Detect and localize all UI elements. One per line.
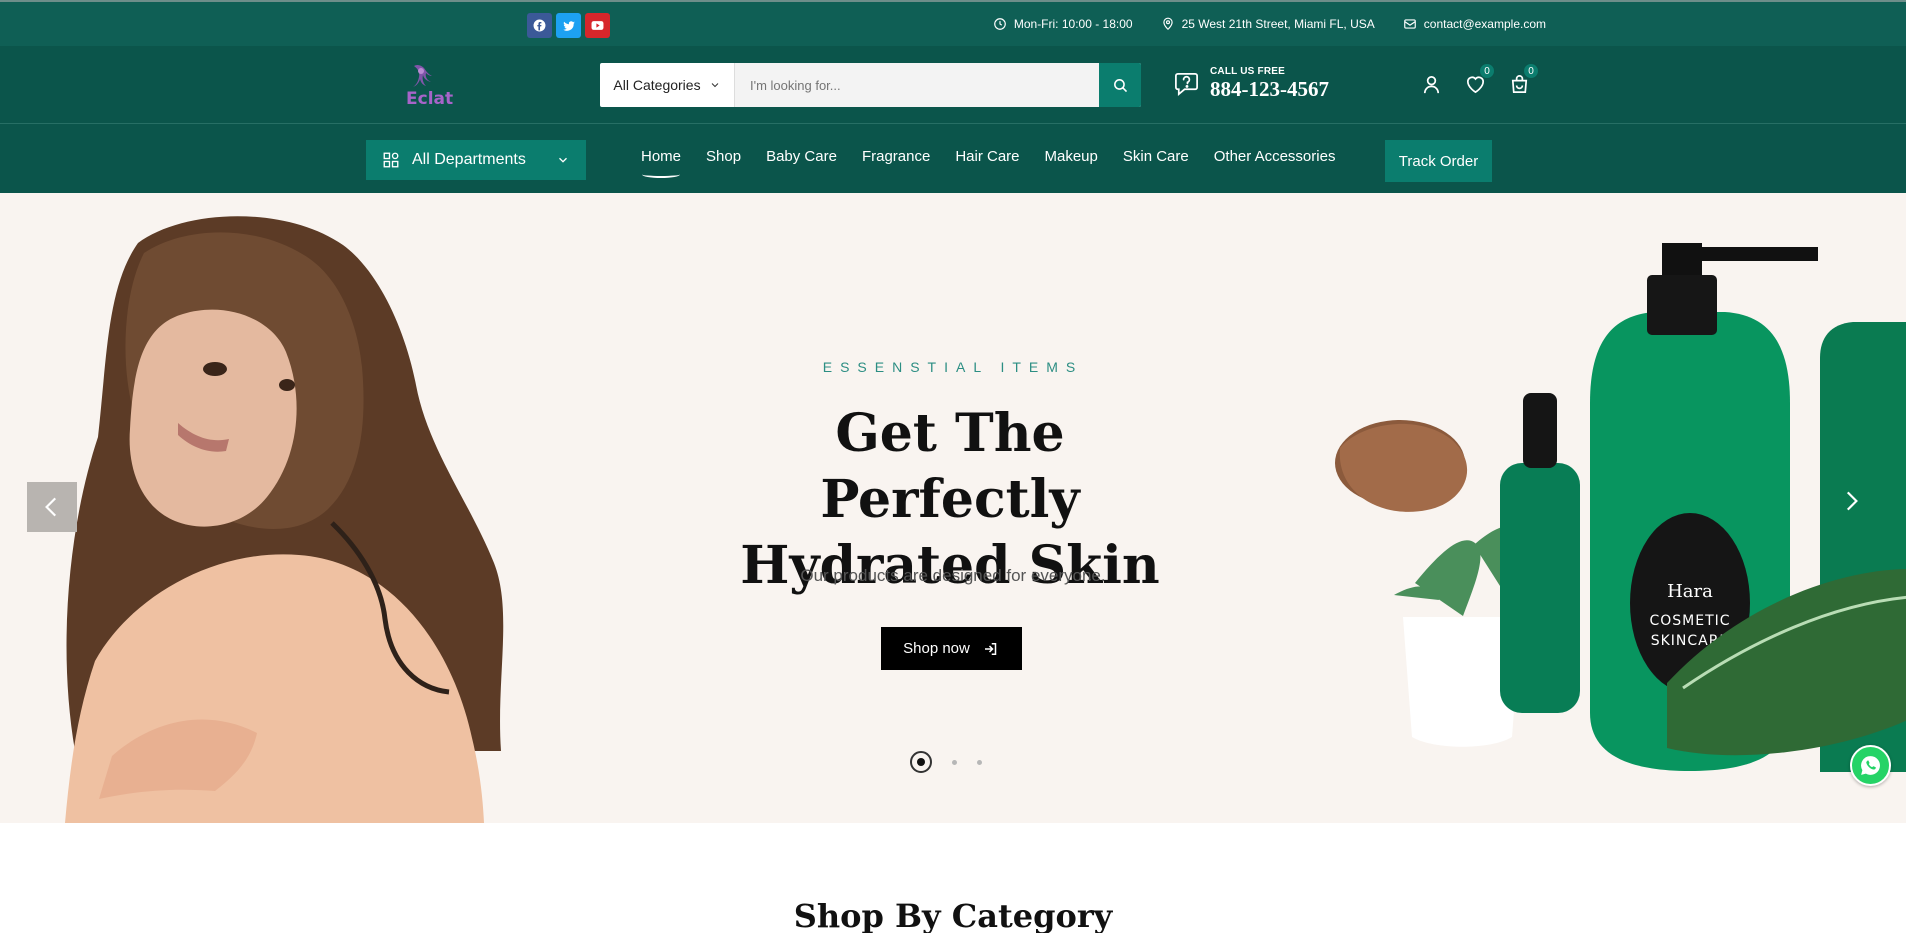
- whatsapp-chat-button[interactable]: [1850, 745, 1891, 786]
- top-bar: Mon-Fri: 10:00 - 18:00 25 West 21th Stre…: [0, 0, 1906, 46]
- call-label: CALL US FREE: [1210, 66, 1285, 77]
- section-title: Shop By Category: [793, 897, 1113, 933]
- store-address: 25 West 21th Street, Miami FL, USA: [1161, 17, 1375, 31]
- shop-now-button[interactable]: Shop now: [881, 627, 1022, 670]
- chevron-down-icon: [559, 157, 567, 163]
- main-navigation: All Departments Home Shop Baby Care Frag…: [0, 124, 1906, 193]
- model-image: [65, 216, 504, 823]
- products-image: Hara COSMETIC SKINCARE: [1335, 243, 1906, 772]
- nav-item-home[interactable]: Home: [641, 148, 681, 178]
- nav-item-shop[interactable]: Shop: [706, 148, 741, 165]
- social-links: [527, 13, 610, 38]
- contact-email[interactable]: contact@example.com: [1403, 17, 1546, 31]
- nav-item-other-accessories[interactable]: Other Accessories: [1214, 148, 1336, 165]
- slider-pagination: [910, 751, 982, 773]
- whatsapp-icon: [1861, 756, 1880, 775]
- nav-item-fragrance[interactable]: Fragrance: [862, 148, 930, 165]
- site-logo[interactable]: Eclat: [396, 61, 456, 109]
- address-text: 25 West 21th Street, Miami FL, USA: [1181, 17, 1375, 31]
- category-dropdown[interactable]: All Categories: [600, 63, 735, 107]
- hours-text: Mon-Fri: 10:00 - 18:00: [1013, 17, 1133, 31]
- bottle-label-line1: COSMETIC: [1649, 613, 1730, 629]
- call-us[interactable]: CALL US FREE 884-123-4567: [1173, 66, 1329, 101]
- search-bar: All Categories: [600, 63, 1141, 107]
- logo-text: Eclat: [406, 89, 454, 109]
- location-pin-icon: [1162, 17, 1173, 31]
- sign-in-icon: [984, 642, 997, 655]
- nav-menu: Home Shop Baby Care Fragrance Hair Care …: [641, 148, 1336, 178]
- account-icon[interactable]: [1420, 73, 1443, 96]
- nav-item-hair-care[interactable]: Hair Care: [955, 148, 1019, 165]
- mail-icon: [1403, 19, 1416, 29]
- page: Mon-Fri: 10:00 - 18:00 25 West 21th Stre…: [0, 0, 1906, 933]
- search-input[interactable]: [735, 63, 1099, 107]
- twitter-icon[interactable]: [556, 13, 581, 38]
- hero-description: Our products are designed for everyone.: [800, 566, 1106, 585]
- slider-previous-button[interactable]: [27, 482, 77, 532]
- track-order-button[interactable]: Track Order: [1385, 140, 1492, 182]
- departments-label: All Departments: [412, 151, 526, 168]
- search-icon: [1113, 78, 1127, 92]
- slide-dot-1[interactable]: [910, 751, 932, 773]
- wishlist-count: 0: [1479, 63, 1495, 79]
- slide-dot-3[interactable]: [977, 759, 982, 765]
- hero-slider: Hara COSMETIC SKINCARE ESSENSTIAL ITEMS …: [0, 193, 1906, 823]
- clock-icon: [994, 18, 1006, 30]
- all-departments-button[interactable]: All Departments: [366, 140, 586, 180]
- cart-icon[interactable]: 0: [1508, 63, 1539, 96]
- shop-now-label: Shop now: [903, 640, 970, 657]
- nav-item-makeup[interactable]: Makeup: [1045, 148, 1098, 165]
- phone-number: 884-123-4567: [1210, 77, 1329, 101]
- nav-item-baby-care[interactable]: Baby Care: [766, 148, 837, 165]
- header: Eclat All Categories CALL US FREE 884-12…: [0, 46, 1906, 124]
- search-button[interactable]: [1099, 63, 1141, 107]
- header-actions: 0 0: [1420, 63, 1539, 96]
- chat-help-icon: [1175, 72, 1198, 96]
- chevron-down-icon: [711, 83, 718, 88]
- category-label: All Categories: [613, 77, 701, 93]
- youtube-icon[interactable]: [585, 13, 610, 38]
- grid-icon: [383, 152, 399, 168]
- wishlist-icon[interactable]: 0: [1464, 63, 1495, 96]
- hero-subtitle: ESSENSTIAL ITEMS: [822, 359, 1084, 375]
- slider-next-button[interactable]: [1833, 483, 1869, 519]
- chevron-left-icon: [45, 497, 57, 517]
- email-text: contact@example.com: [1423, 17, 1546, 31]
- opening-hours: Mon-Fri: 10:00 - 18:00: [993, 17, 1133, 31]
- cart-count: 0: [1523, 63, 1539, 79]
- facebook-icon[interactable]: [527, 13, 552, 38]
- slide-dot-2[interactable]: [952, 759, 957, 765]
- chevron-right-icon: [1846, 491, 1858, 511]
- nav-item-skin-care[interactable]: Skin Care: [1123, 148, 1189, 165]
- top-info: Mon-Fri: 10:00 - 18:00 25 West 21th Stre…: [993, 14, 1546, 34]
